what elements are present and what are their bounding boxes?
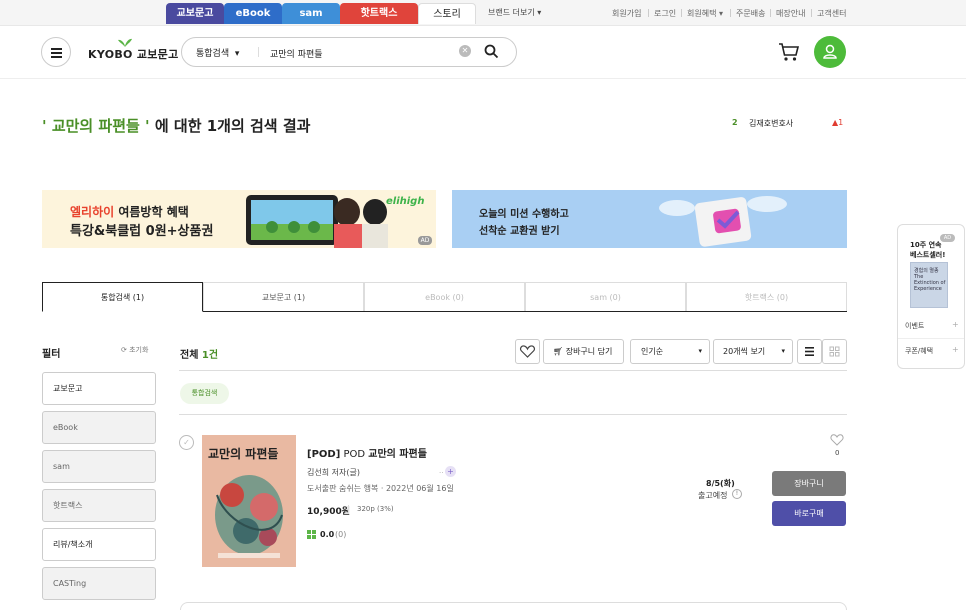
trending-keyword[interactable]: 김재호변호사 [749,118,793,129]
util-signup[interactable]: 회원가입 [612,8,641,19]
ship-date: 8/5(화) [706,479,735,488]
filter-casting[interactable]: CASTing [42,567,156,600]
search-result-title: ' 교만의 파편들 ' 에 대한 1개의 검색 결과 [42,117,311,135]
tab-hottracks[interactable]: 핫트랙스 (0) [686,282,847,311]
product-select-checkbox[interactable]: ✓ [179,435,194,450]
list-view-icon [805,347,814,356]
cart-icon[interactable] [778,42,800,62]
more-dots: .. [439,467,444,475]
tab-ebook[interactable]: eBook (0) [364,282,525,311]
side-divider [898,338,964,339]
product-title[interactable]: [POD] POD 교만의 파편들 [307,445,427,460]
tab-integrated[interactable]: 통합검색 (1) [42,282,203,312]
search-divider [258,47,259,57]
elihigh-logo: elihigh [386,196,425,207]
util-divider [681,9,682,17]
util-divider [770,9,771,17]
cover-title-text: 교만의 파편들 [208,447,279,461]
search-icon[interactable] [484,44,499,59]
menu-button[interactable] [41,37,71,67]
side-event-link[interactable]: 이벤트 [905,321,924,331]
util-divider [811,9,812,17]
service-tab-hottracks[interactable]: 핫트랙스 [340,3,418,24]
result-total: 전체 1건 [180,350,219,361]
price-divider [348,505,349,514]
service-tab-ebook[interactable]: eBook [224,3,282,24]
chevron-down-icon: ▾ [698,347,702,355]
plus-icon: + [952,345,959,354]
util-divider [648,9,649,17]
product-publisher: 도서출판 숨쉬는 행복 · 2022년 06월 16일 [307,484,454,493]
refresh-icon: ⟳ [121,346,127,354]
ship-note: 출고예정 [698,491,728,500]
filter-title: 필터 [42,349,61,360]
service-tab-story[interactable]: 스토리 [418,3,476,24]
filter-reset-button[interactable]: ⟳ 초기화 [121,345,148,355]
service-tab-sam[interactable]: sam [282,3,340,24]
next-result-card [180,602,847,610]
chip-divider [179,414,847,415]
trending-rank: 2 [732,118,738,127]
user-icon [823,44,837,59]
side-book-title: 경험의 멸종 The Extinction of Experience [914,268,946,292]
plus-icon: + [952,320,959,329]
tab-sam[interactable]: sam (0) [525,282,686,311]
active-filter-chip[interactable]: 통합검색 [180,383,229,404]
banner1-headline: 엘리하이 여름방학 혜택 [70,205,189,219]
search-category-select[interactable]: 통합검색 ▾ [196,46,239,59]
banner2-headline: 오늘의 미션 수행하고 [479,209,569,220]
util-benefits[interactable]: 회원혜택 ▾ [687,8,723,19]
util-stores[interactable]: 매장안내 [776,8,805,19]
add-to-cart-button[interactable]: 장바구니 [772,471,846,496]
util-login[interactable]: 로그인 [654,8,676,19]
util-divider [730,9,731,17]
like-count: 0 [835,449,840,457]
heart-icon [520,345,535,358]
side-coupon-link[interactable]: 쿠폰/혜택 [905,346,933,356]
product-rating: 0.0 [320,530,335,539]
filter-kyobo[interactable]: 교보문고 [42,372,156,405]
search-input[interactable]: 교만의 파편들 [270,47,323,60]
filter-review[interactable]: 리뷰/책소개 [42,528,156,561]
banner1-subline: 특강&북클럽 0원+상품권 [70,224,214,239]
product-price: 10,900원 [307,507,351,517]
wishlist-all-button[interactable] [515,339,540,364]
my-account-button[interactable] [814,36,846,68]
util-support[interactable]: 고객센터 [817,8,846,19]
filter-ebook[interactable]: eBook [42,411,156,444]
rating-icon [307,530,316,539]
review-count[interactable]: (0) [335,530,346,539]
product-points: 320p (3%) [357,505,394,513]
info-icon[interactable]: ! [732,489,742,499]
buy-now-button[interactable]: 바로구매 [772,501,846,526]
trending-change: ▲1 [832,118,844,127]
filter-hottracks[interactable]: 핫트랙스 [42,489,156,522]
grid-view-icon [829,346,840,357]
add-to-cart-bulk-button[interactable]: 🛒︎ 장바구니 담기 [543,339,624,364]
ad-badge: AD [418,236,432,245]
clear-search-icon[interactable]: ✕ [459,45,471,57]
per-page-select[interactable]: 20개씩 보기 ▾ [713,339,793,364]
kyobo-logo[interactable]: KYOBO 교보문고 [88,46,179,62]
filter-sam[interactable]: sam [42,450,156,483]
header-divider [0,78,966,79]
chevron-down-icon: ▾ [781,347,785,355]
util-orders[interactable]: 주문배송 [736,8,765,19]
service-tab-kyobo[interactable]: 교보문고 [166,3,224,24]
sort-select[interactable]: 인기순 ▾ [630,339,710,364]
product-author[interactable]: 김선희 저자(글) [307,467,360,478]
cart-small-icon: 🛒︎ [553,347,564,356]
tab-kyobo[interactable]: 교보문고 (1) [203,282,364,311]
side-widget-title: 10주 연속 베스트셀러! [910,241,946,259]
banner2-subline: 선착순 교환권 받기 [479,226,560,237]
grid-view-button[interactable] [822,339,847,364]
heart-icon[interactable] [830,433,844,446]
author-more-icon[interactable]: + [445,466,456,477]
brand-more-link[interactable]: 브랜드 더보기 ▾ [488,7,541,18]
toolbar-divider [179,370,847,371]
list-view-button[interactable] [797,339,822,364]
